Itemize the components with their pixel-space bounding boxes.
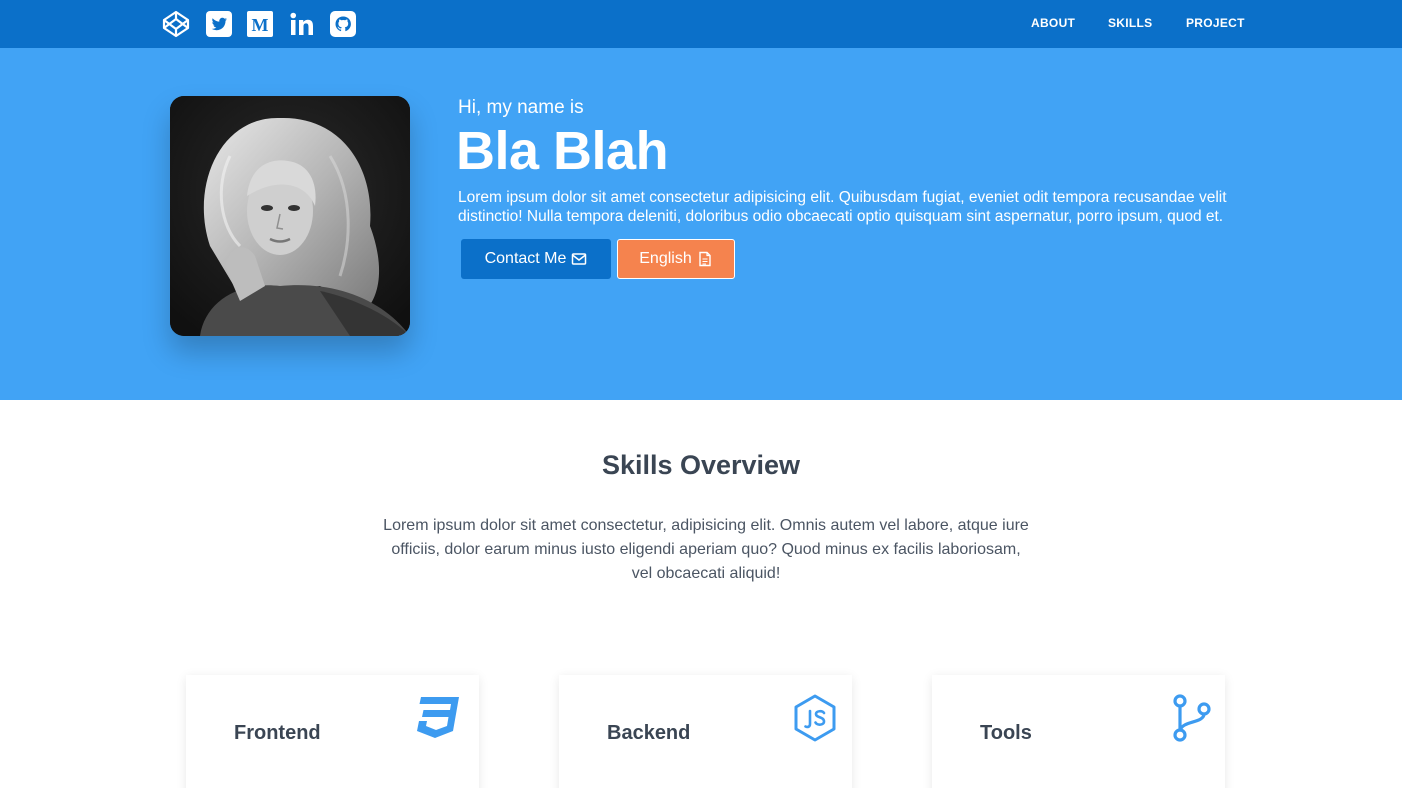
english-cv-label: English: [639, 250, 692, 267]
svg-text:M: M: [252, 15, 269, 35]
skill-card-backend: Backend: [559, 675, 852, 788]
profile-photo: [170, 96, 410, 336]
file-icon: [699, 251, 711, 267]
hero-bio: Lorem ipsum dolor sit amet consectetur a…: [458, 189, 1227, 225]
skill-card-frontend: Frontend: [186, 675, 479, 788]
contact-me-button[interactable]: Contact Me: [461, 239, 611, 279]
medium-icon[interactable]: M: [246, 10, 274, 38]
git-branch-icon: [1173, 694, 1211, 742]
skills-title: Skills Overview: [601, 450, 801, 480]
skill-card-tools: Tools: [932, 675, 1225, 788]
codepen-icon[interactable]: [162, 10, 190, 38]
skill-card-title: Backend: [607, 722, 691, 744]
nav-about[interactable]: ABOUT: [1031, 16, 1075, 30]
hero-greeting: Hi, my name is: [458, 97, 584, 118]
skill-card-title: Tools: [980, 722, 1032, 744]
linkedin-icon[interactable]: [288, 10, 316, 38]
nav-project[interactable]: PROJECT: [1186, 16, 1245, 30]
twitter-icon[interactable]: [205, 10, 233, 38]
nav-skills[interactable]: SKILLS: [1108, 16, 1152, 30]
skills-description: Lorem ipsum dolor sit amet consectetur, …: [383, 517, 1029, 582]
english-cv-button[interactable]: English: [617, 239, 735, 279]
github-icon[interactable]: [329, 10, 357, 38]
skill-card-title: Frontend: [234, 722, 321, 744]
top-navbar: M ABOUT SKILLS PROJECT: [0, 0, 1402, 48]
css3-icon: [417, 697, 459, 738]
envelope-icon: [572, 253, 587, 265]
contact-me-label: Contact Me: [484, 250, 567, 267]
nodejs-icon: [794, 694, 836, 742]
hero-section: Hi, my name is Bla Blah Lorem ipsum dolo…: [0, 48, 1402, 400]
hero-name: Bla Blah: [456, 121, 669, 181]
